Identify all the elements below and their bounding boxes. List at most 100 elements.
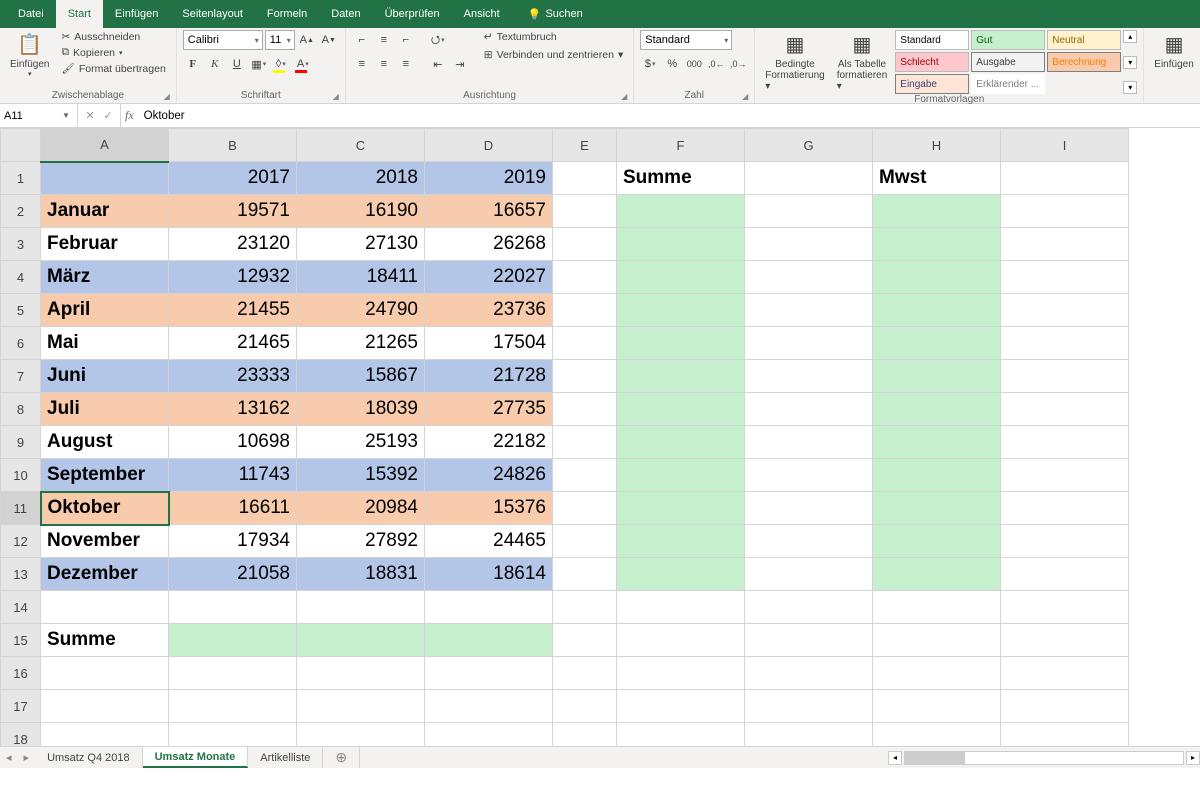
cell-G7[interactable] bbox=[745, 360, 873, 393]
cell-styles-gallery[interactable]: StandardGutNeutralSchlechtAusgabeBerechn… bbox=[895, 30, 1121, 94]
italic-button[interactable]: K bbox=[205, 54, 225, 74]
insert-cells-button[interactable]: ▦Einfügen bbox=[1150, 30, 1197, 90]
cell-B16[interactable] bbox=[169, 657, 297, 690]
cell-A14[interactable] bbox=[41, 591, 169, 624]
cell-F7[interactable] bbox=[617, 360, 745, 393]
gallery-down[interactable]: ▾ bbox=[1123, 56, 1137, 69]
conditional-formatting-button[interactable]: ▦BedingteFormatierung ▾ bbox=[761, 30, 828, 94]
cell-D14[interactable] bbox=[425, 591, 553, 624]
cell-style-gut[interactable]: Gut bbox=[971, 30, 1045, 50]
horizontal-scrollbar[interactable]: ◂ ▸ bbox=[888, 751, 1200, 765]
shrink-font-button[interactable]: A▼ bbox=[319, 30, 339, 50]
cell-D16[interactable] bbox=[425, 657, 553, 690]
col-header-D[interactable]: D bbox=[425, 129, 553, 162]
cell-G13[interactable] bbox=[745, 558, 873, 591]
cell-A1[interactable] bbox=[41, 162, 169, 195]
cell-B6[interactable]: 21465 bbox=[169, 327, 297, 360]
cell-D11[interactable]: 15376 bbox=[425, 492, 553, 525]
clipboard-launcher[interactable]: ◢ bbox=[164, 92, 170, 101]
cell-G5[interactable] bbox=[745, 294, 873, 327]
cell-C14[interactable] bbox=[297, 591, 425, 624]
paste-button[interactable]: 📋Einfügen▾ bbox=[6, 30, 53, 90]
cell-F6[interactable] bbox=[617, 327, 745, 360]
align-left-button[interactable]: ≡ bbox=[352, 54, 372, 74]
enter-formula-icon[interactable]: ✓ bbox=[100, 109, 116, 122]
menu-tab-datei[interactable]: Datei bbox=[6, 0, 56, 28]
cell-F3[interactable] bbox=[617, 228, 745, 261]
cell-B12[interactable]: 17934 bbox=[169, 525, 297, 558]
cell-A4[interactable]: März bbox=[41, 261, 169, 294]
cell-I8[interactable] bbox=[1001, 393, 1129, 426]
cell-A13[interactable]: Dezember bbox=[41, 558, 169, 591]
cell-C8[interactable]: 18039 bbox=[297, 393, 425, 426]
cell-D3[interactable]: 26268 bbox=[425, 228, 553, 261]
cell-I3[interactable] bbox=[1001, 228, 1129, 261]
row-header-13[interactable]: 13 bbox=[1, 558, 41, 591]
cell-I5[interactable] bbox=[1001, 294, 1129, 327]
cell-E11[interactable] bbox=[553, 492, 617, 525]
cell-E15[interactable] bbox=[553, 624, 617, 657]
grow-font-button[interactable]: A▲ bbox=[297, 30, 317, 50]
cell-A2[interactable]: Januar bbox=[41, 195, 169, 228]
fill-color-button[interactable]: ◊ bbox=[271, 54, 291, 74]
cell-I6[interactable] bbox=[1001, 327, 1129, 360]
cell-H3[interactable] bbox=[873, 228, 1001, 261]
scroll-right[interactable]: ▸ bbox=[1186, 751, 1200, 765]
menu-tab-seitenlayout[interactable]: Seitenlayout bbox=[170, 0, 255, 28]
cell-F9[interactable] bbox=[617, 426, 745, 459]
col-header-B[interactable]: B bbox=[169, 129, 297, 162]
cell-G16[interactable] bbox=[745, 657, 873, 690]
cell-H16[interactable] bbox=[873, 657, 1001, 690]
menu-tab-daten[interactable]: Daten bbox=[319, 0, 372, 28]
cell-style-schlecht[interactable]: Schlecht bbox=[895, 52, 969, 72]
cell-H4[interactable] bbox=[873, 261, 1001, 294]
cell-A11[interactable]: Oktober bbox=[41, 492, 169, 525]
col-header-G[interactable]: G bbox=[745, 129, 873, 162]
cell-E8[interactable] bbox=[553, 393, 617, 426]
row-header-14[interactable]: 14 bbox=[1, 591, 41, 624]
cell-B9[interactable]: 10698 bbox=[169, 426, 297, 459]
menu-tab-start[interactable]: Start bbox=[56, 0, 103, 28]
percent-button[interactable]: % bbox=[662, 54, 682, 74]
align-top-button[interactable]: ⌐ bbox=[352, 30, 372, 50]
cell-I12[interactable] bbox=[1001, 525, 1129, 558]
cell-I4[interactable] bbox=[1001, 261, 1129, 294]
cell-F16[interactable] bbox=[617, 657, 745, 690]
cell-E6[interactable] bbox=[553, 327, 617, 360]
col-header-A[interactable]: A bbox=[41, 129, 169, 162]
cell-E16[interactable] bbox=[553, 657, 617, 690]
name-box-dropdown[interactable]: ▼ bbox=[58, 111, 74, 120]
cut-button[interactable]: ✂ Ausschneiden bbox=[57, 30, 169, 44]
cell-I15[interactable] bbox=[1001, 624, 1129, 657]
cell-F2[interactable] bbox=[617, 195, 745, 228]
cell-style-eingabe[interactable]: Eingabe bbox=[895, 74, 969, 94]
menu-tab-ansicht[interactable]: Ansicht bbox=[452, 0, 512, 28]
cell-G17[interactable] bbox=[745, 690, 873, 723]
cell-G14[interactable] bbox=[745, 591, 873, 624]
cell-D1[interactable]: 2019 bbox=[425, 162, 553, 195]
cell-F14[interactable] bbox=[617, 591, 745, 624]
dec-decimal-button[interactable]: ,0→ bbox=[728, 54, 748, 74]
cell-A10[interactable]: September bbox=[41, 459, 169, 492]
cell-C9[interactable]: 25193 bbox=[297, 426, 425, 459]
row-header-15[interactable]: 15 bbox=[1, 624, 41, 657]
cell-style-neutral[interactable]: Neutral bbox=[1047, 30, 1121, 50]
gallery-up[interactable]: ▴ bbox=[1123, 30, 1137, 43]
new-sheet-button[interactable]: ⊕ bbox=[323, 747, 360, 768]
cell-D8[interactable]: 27735 bbox=[425, 393, 553, 426]
cell-F11[interactable] bbox=[617, 492, 745, 525]
cell-D6[interactable]: 17504 bbox=[425, 327, 553, 360]
cell-C7[interactable]: 15867 bbox=[297, 360, 425, 393]
cell-H7[interactable] bbox=[873, 360, 1001, 393]
cell-B17[interactable] bbox=[169, 690, 297, 723]
tab-nav-prev[interactable]: ◂ bbox=[0, 751, 18, 764]
cell-H9[interactable] bbox=[873, 426, 1001, 459]
cell-style-ausgabe[interactable]: Ausgabe bbox=[971, 52, 1045, 72]
number-format-combo[interactable]: Standard bbox=[640, 30, 732, 50]
cell-style-berechnung[interactable]: Berechnung bbox=[1047, 52, 1121, 72]
cell-G12[interactable] bbox=[745, 525, 873, 558]
cell-A6[interactable]: Mai bbox=[41, 327, 169, 360]
row-header-2[interactable]: 2 bbox=[1, 195, 41, 228]
cell-I11[interactable] bbox=[1001, 492, 1129, 525]
cell-A7[interactable]: Juni bbox=[41, 360, 169, 393]
